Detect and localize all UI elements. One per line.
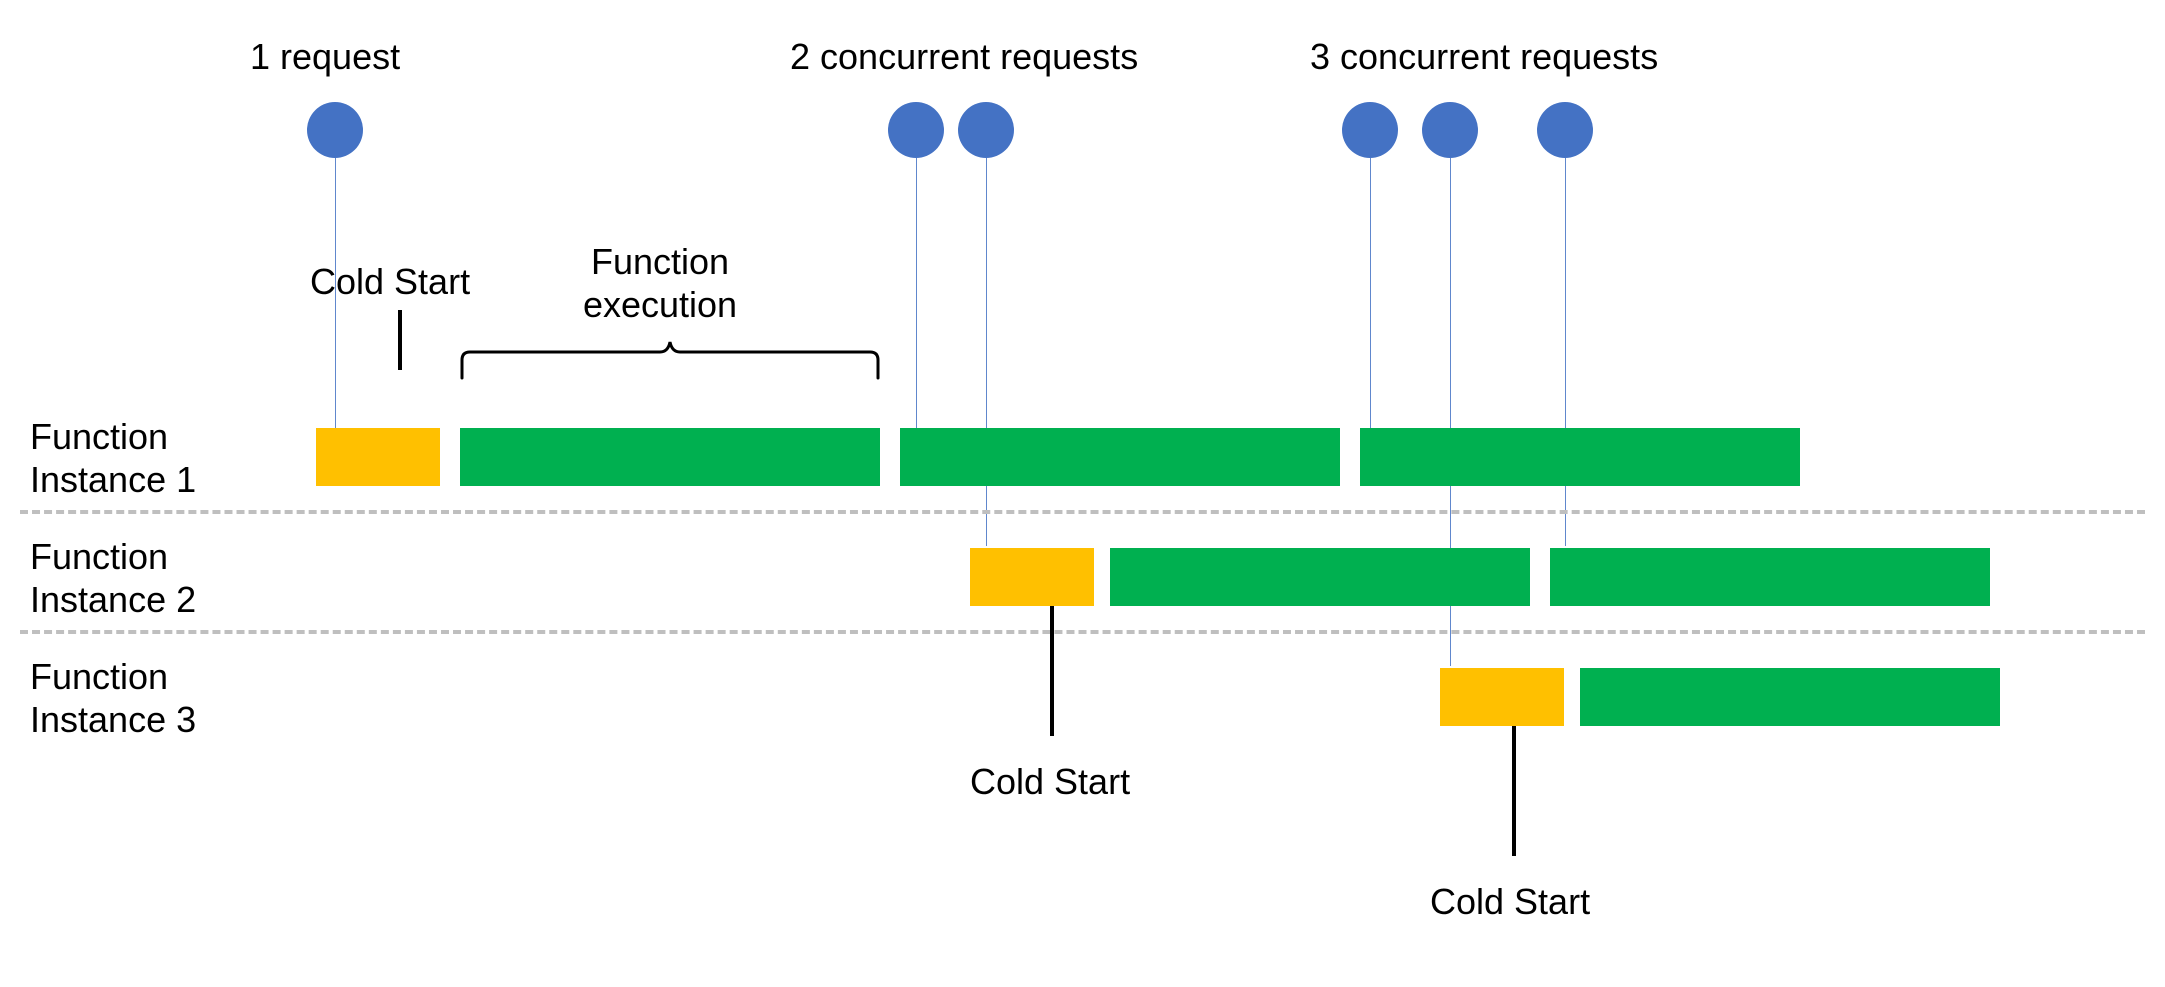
request-dot (1537, 102, 1593, 158)
request-dot (958, 102, 1014, 158)
brace-icon (460, 340, 880, 380)
header-label-3req: 3 concurrent requests (1310, 35, 1658, 78)
row-divider (20, 630, 2145, 634)
cold-start-tick-1 (398, 310, 402, 370)
execution-bar (1110, 548, 1530, 606)
row-label-2: Function Instance 2 (30, 535, 196, 621)
request-connector (1565, 158, 1566, 546)
row-label-1: Function Instance 1 (30, 415, 196, 501)
header-label-1req: 1 request (250, 35, 400, 78)
request-connector (916, 158, 917, 428)
execution-bar (900, 428, 1340, 486)
row-label-3: Function Instance 3 (30, 655, 196, 741)
cold-start-tick-2 (1050, 606, 1054, 736)
request-dot (1422, 102, 1478, 158)
cold-start-label-1: Cold Start (310, 260, 470, 303)
function-execution-label: Function execution (550, 240, 770, 326)
cold-start-bar (970, 548, 1094, 606)
header-label-2req: 2 concurrent requests (790, 35, 1138, 78)
request-dot (307, 102, 363, 158)
row-divider (20, 510, 2145, 514)
request-connector (1370, 158, 1371, 428)
execution-bar (1550, 548, 1990, 606)
cold-start-label-3: Cold Start (1430, 880, 1590, 923)
cold-start-bar (316, 428, 440, 486)
request-dot (888, 102, 944, 158)
cold-start-bar (1440, 668, 1564, 726)
cold-start-label-2: Cold Start (970, 760, 1130, 803)
cold-start-diagram: 1 request 2 concurrent requests 3 concur… (20, 20, 2145, 967)
cold-start-tick-3 (1512, 726, 1516, 856)
execution-bar (460, 428, 880, 486)
execution-bar (1580, 668, 2000, 726)
request-connector (986, 158, 987, 546)
execution-bar (1360, 428, 1800, 486)
request-dot (1342, 102, 1398, 158)
